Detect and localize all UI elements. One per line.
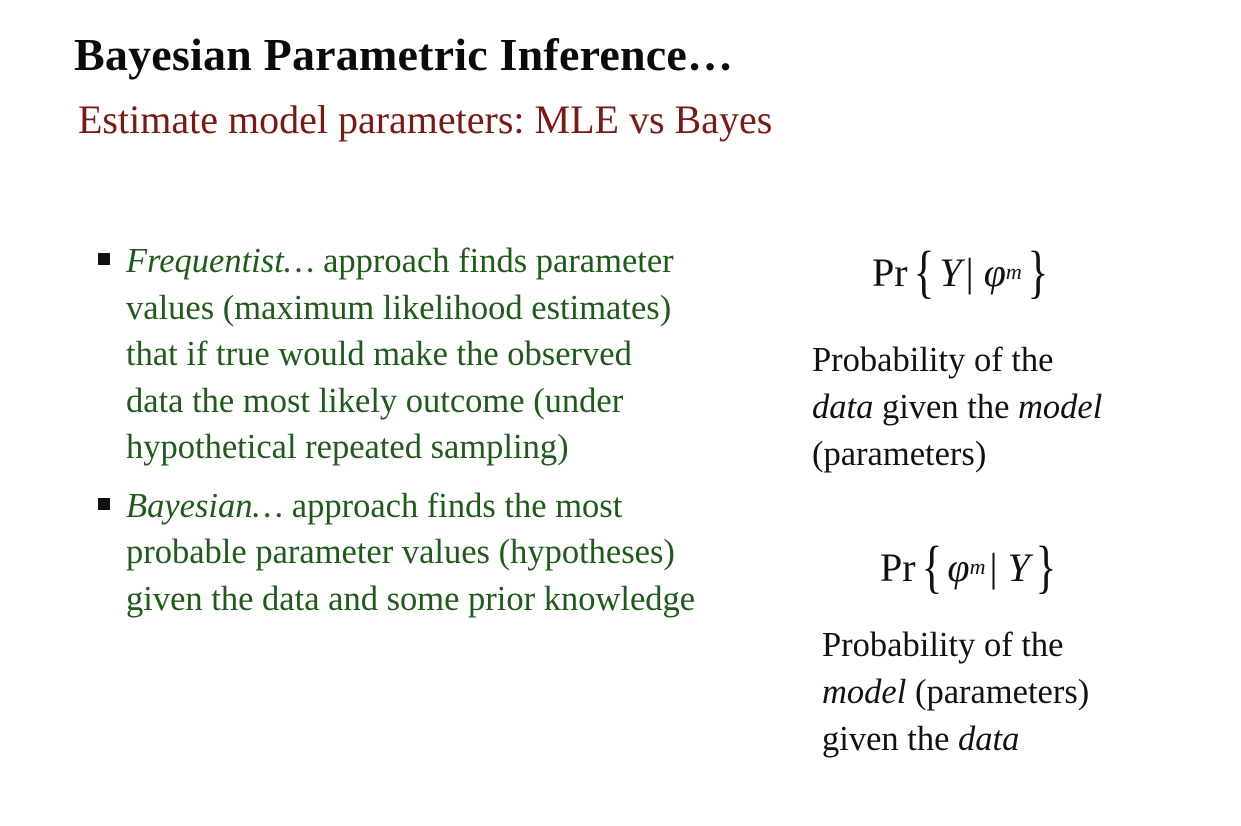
- square-bullet-icon: [98, 497, 110, 510]
- bullet-lead: Frequentist…: [126, 242, 315, 280]
- formula-separator: |: [989, 544, 998, 590]
- desc-line-3: (parameters): [812, 435, 987, 473]
- formula-var-y: Y: [1007, 544, 1030, 590]
- bullet-bayesian: Bayesian… approach finds the most probab…: [96, 483, 696, 623]
- desc-text: given the: [822, 720, 959, 758]
- formula-posterior: Pr { φm | Y }: [880, 538, 1062, 596]
- formula-var-phi: φ: [947, 544, 970, 590]
- desc-line-2: model (parameters): [822, 669, 1089, 716]
- bullet-frequentist: Frequentist… approach finds parameter va…: [96, 238, 696, 471]
- slide-subtitle: Estimate model parameters: MLE vs Bayes: [78, 97, 773, 142]
- desc-text: given the: [873, 388, 1019, 426]
- desc-text: (parameters): [906, 673, 1090, 711]
- formula-var-phi: φ: [983, 249, 1006, 295]
- desc-em-model: model: [1018, 388, 1103, 426]
- formula-separator: |: [965, 249, 974, 295]
- formula-likelihood: Pr { Y | φm }: [872, 243, 1054, 301]
- formula-sub-m: m: [969, 554, 986, 579]
- bullet-list: Frequentist… approach finds parameter va…: [96, 238, 696, 622]
- description-posterior: Probability of the model (parameters) gi…: [822, 622, 1089, 763]
- formula-pr: Pr: [872, 249, 908, 295]
- desc-em-model: model: [822, 673, 907, 711]
- desc-line-1: Probability of the: [822, 626, 1064, 664]
- formula-var-y: Y: [939, 249, 962, 295]
- desc-line-3: given the data: [822, 716, 1089, 763]
- formula-sub-m: m: [1005, 259, 1022, 284]
- formula-close-brace: }: [1035, 534, 1057, 599]
- desc-em-data: data: [812, 388, 874, 426]
- formula-open-brace: {: [913, 239, 934, 304]
- formula-pr: Pr: [880, 544, 916, 590]
- slide-title: Bayesian Parametric Inference…: [74, 29, 734, 80]
- square-bullet-icon: [98, 253, 110, 265]
- bullet-lead: Bayesian…: [126, 486, 284, 525]
- formula-open-brace: {: [921, 534, 942, 599]
- desc-line-1: Probability of the: [812, 341, 1054, 379]
- desc-line-2: data given the model: [812, 384, 1102, 431]
- desc-em-data: data: [958, 720, 1020, 758]
- formula-close-brace: }: [1027, 239, 1049, 304]
- description-likelihood: Probability of the data given the model …: [812, 337, 1102, 478]
